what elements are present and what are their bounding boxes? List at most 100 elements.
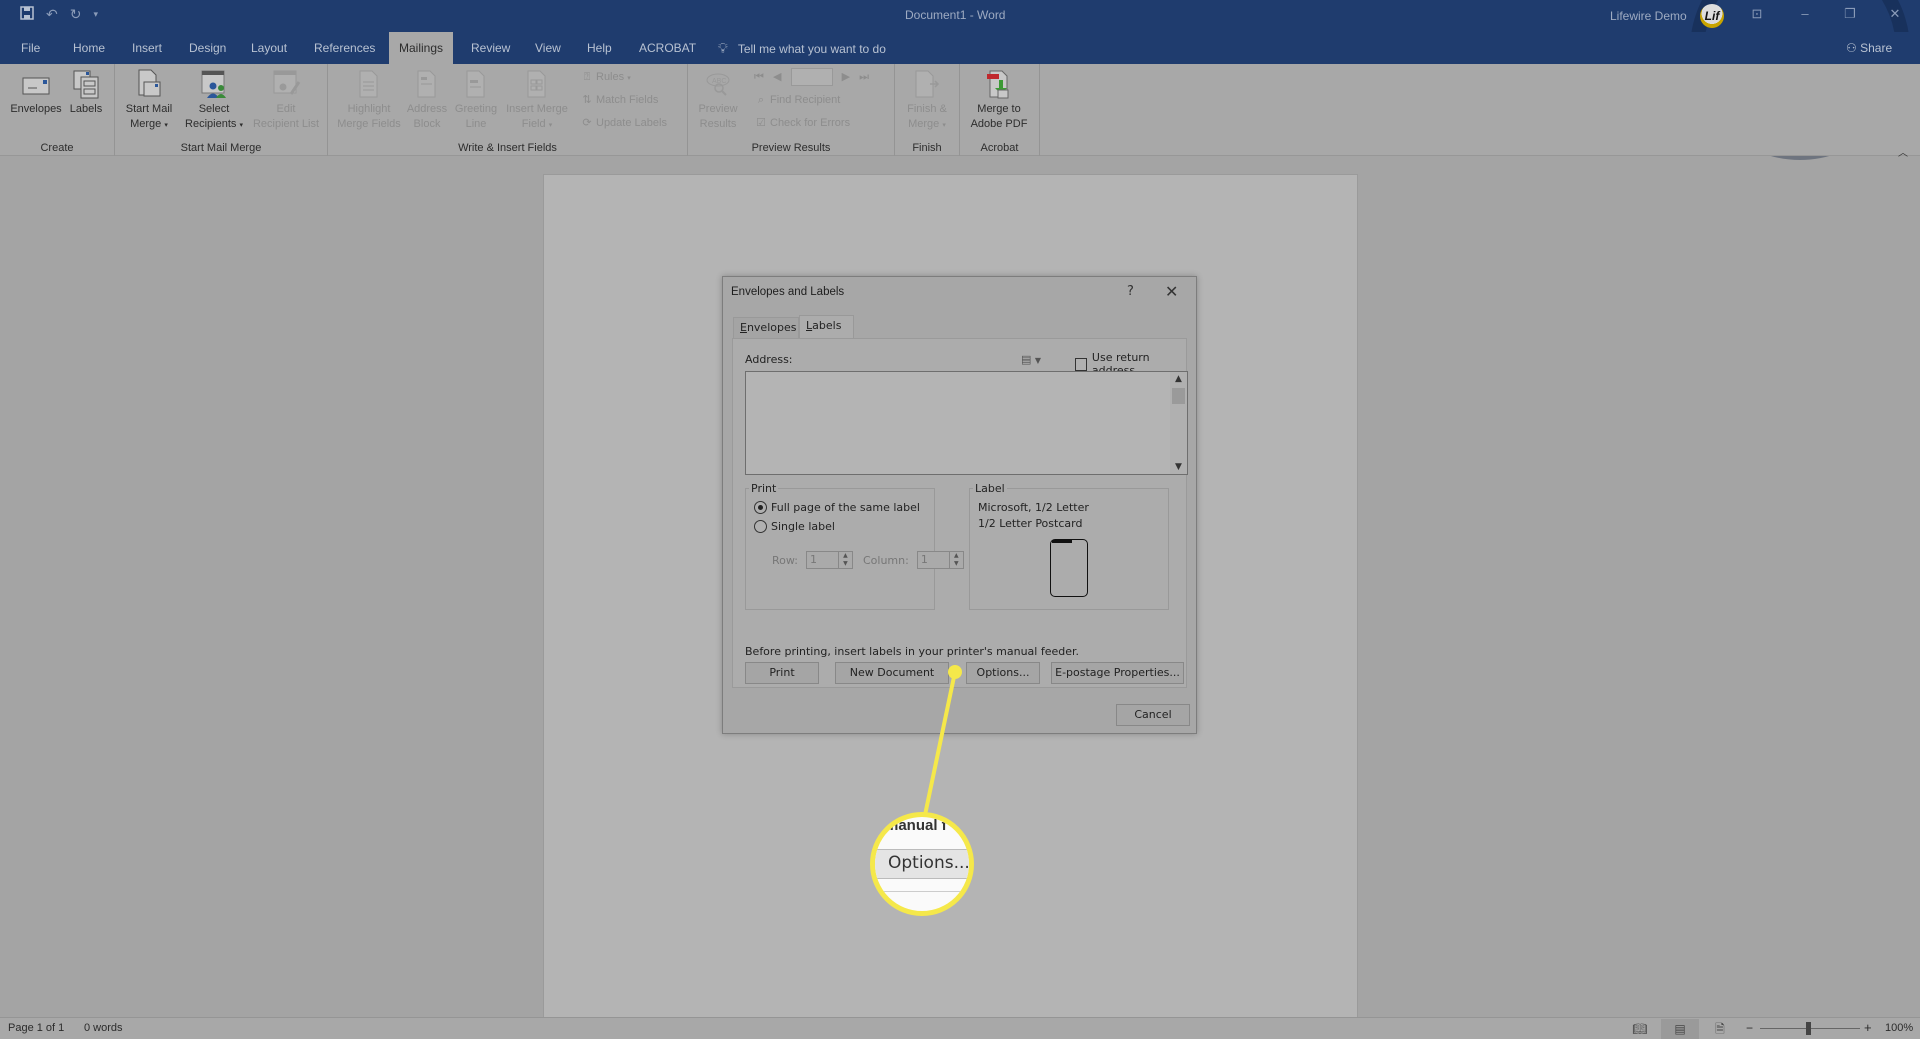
finish-merge-button[interactable]: Finish & Merge ▾: [901, 68, 953, 133]
column-spinner[interactable]: 1 ▲ ▼: [916, 551, 964, 569]
start-mail-merge-label-2: Merge ▾: [130, 118, 168, 130]
label-product: 1/2 Letter Postcard: [978, 517, 1083, 530]
tab-envelopes[interactable]: Envelopes: [733, 317, 799, 338]
tab-layout[interactable]: Layout: [242, 32, 296, 64]
scroll-down-icon[interactable]: ▼: [1170, 462, 1187, 472]
first-record-icon[interactable]: ⏮: [754, 71, 764, 83]
ribbon-display-options-icon[interactable]: ⊡: [1742, 6, 1772, 22]
restore-icon[interactable]: ❐: [1835, 6, 1865, 22]
tab-file[interactable]: File: [12, 32, 49, 64]
label-preview-image[interactable]: [1050, 539, 1088, 597]
epostage-properties-button[interactable]: E-postage Properties...: [1051, 662, 1184, 684]
group-label-start-mail-merge: Start Mail Merge: [180, 142, 262, 154]
rules-button[interactable]: ⍰ Rules ▾: [580, 68, 631, 86]
help-icon[interactable]: ?: [1127, 284, 1134, 299]
select-recipients-button[interactable]: Select Recipients ▾: [179, 68, 249, 133]
envelopes-button[interactable]: Envelopes: [8, 68, 64, 117]
web-layout-icon[interactable]: 🗎︎: [1701, 1019, 1739, 1039]
close-icon[interactable]: ✕: [1165, 282, 1178, 301]
minimize-icon[interactable]: –: [1790, 6, 1820, 21]
edit-recipient-list-button[interactable]: Edit Recipient List: [247, 68, 325, 132]
row-spinner[interactable]: 1 ▲ ▼: [805, 551, 853, 569]
adobe-pdf-merge-icon: [984, 68, 1014, 100]
group-finish: Finish & Merge ▾ Finish: [895, 64, 960, 156]
address-textarea[interactable]: ▲ ▼: [745, 371, 1188, 475]
tab-acrobat[interactable]: ACROBAT: [630, 32, 705, 64]
tab-home[interactable]: Home: [64, 32, 114, 64]
tab-design[interactable]: Design: [180, 32, 235, 64]
label-vendor: Microsoft, 1/2 Letter: [978, 501, 1089, 514]
spinner-arrows-icon[interactable]: ▲ ▼: [837, 552, 852, 568]
column-label: Column:: [862, 553, 909, 567]
tab-help[interactable]: Help: [578, 32, 621, 64]
address-book-button[interactable]: ▤ ▼: [1021, 353, 1041, 366]
record-number-input[interactable]: [790, 68, 833, 87]
greeting-line-button[interactable]: Greeting Line: [452, 68, 500, 132]
options-button[interactable]: Options...: [966, 662, 1040, 684]
address-scrollbar[interactable]: ▲ ▼: [1170, 372, 1187, 474]
tell-me-search[interactable]: 💡︎ Tell me what you want to do: [718, 32, 886, 64]
labels-button[interactable]: Labels: [66, 68, 106, 117]
radio-unselected[interactable]: [754, 520, 767, 533]
radio-selected[interactable]: [754, 501, 767, 514]
share-button[interactable]: ⚇ Share: [1846, 32, 1892, 64]
avatar[interactable]: Lif: [1700, 4, 1724, 28]
tab-mailings[interactable]: Mailings: [389, 32, 454, 64]
status-bar: Page 1 of 1 0 words 📖︎ ▤ 🗎︎ − + 100%: [0, 1017, 1920, 1039]
zoom-slider-thumb[interactable]: [1806, 1022, 1811, 1035]
check-for-errors-button[interactable]: ☑ Check for Errors: [754, 114, 850, 132]
match-fields-button[interactable]: ⇅ Match Fields: [580, 91, 658, 109]
row-label: Row:: [772, 553, 798, 567]
insert-merge-field-button[interactable]: Insert Merge Field ▾: [502, 68, 572, 133]
zoom-in-button[interactable]: +: [1864, 1020, 1872, 1035]
start-mail-merge-button[interactable]: Start Mail Merge ▾: [121, 68, 177, 133]
word-count[interactable]: 0 words: [84, 1022, 123, 1034]
label-group[interactable]: Label Microsoft, 1/2 Letter 1/2 Letter P…: [969, 482, 1169, 610]
spinner-arrows-icon[interactable]: ▲ ▼: [948, 552, 963, 568]
tab-view[interactable]: View: [526, 32, 570, 64]
find-recipient-button[interactable]: ⌕ Find Recipient: [754, 91, 840, 109]
preview-results-button[interactable]: ABC Preview Results: [696, 68, 740, 132]
cancel-button[interactable]: Cancel: [1116, 704, 1190, 726]
undo-icon[interactable]: ↶: [46, 6, 58, 23]
match-fields-icon: ⇅: [582, 94, 592, 106]
tab-insert[interactable]: Insert: [123, 32, 171, 64]
collapse-ribbon-icon[interactable]: ︿: [1898, 144, 1908, 159]
row-column-inputs: Row: 1 ▲ ▼ Column: 1 ▲ ▼: [772, 551, 974, 569]
next-record-icon[interactable]: ▶: [842, 71, 850, 83]
single-label-radio[interactable]: Single label: [754, 520, 835, 533]
dropdown-arrow-icon: ▾: [548, 122, 553, 129]
tab-labels[interactable]: Labels: [799, 315, 854, 338]
address-block-button[interactable]: Address Block: [404, 68, 450, 132]
print-layout-icon[interactable]: ▤: [1661, 1019, 1699, 1039]
update-labels-button[interactable]: ⟳ Update Labels: [580, 114, 667, 132]
scroll-up-icon[interactable]: ▲: [1170, 374, 1187, 384]
merge-pdf-label-2: Adobe PDF: [970, 118, 1028, 130]
last-record-icon[interactable]: ⏭: [859, 71, 869, 83]
person-add-icon: ⚇: [1846, 41, 1861, 55]
previous-record-icon[interactable]: ◀: [773, 71, 781, 83]
page-count[interactable]: Page 1 of 1: [8, 1022, 64, 1034]
save-icon[interactable]: [20, 6, 34, 23]
redo-icon[interactable]: ↻: [70, 6, 82, 23]
zoom-out-button[interactable]: −: [1746, 1021, 1753, 1035]
print-button[interactable]: Print: [745, 662, 819, 684]
scroll-thumb[interactable]: [1172, 388, 1185, 404]
tab-review[interactable]: Review: [462, 32, 519, 64]
highlight-merge-fields-button[interactable]: Highlight Merge Fields: [336, 68, 402, 132]
single-label-label: Single label: [771, 520, 835, 533]
merge-to-adobe-pdf-button[interactable]: Merge to Adobe PDF: [966, 68, 1032, 132]
user-name[interactable]: Lifewire Demo: [1610, 9, 1687, 23]
dropdown-arrow-icon: ▾: [627, 75, 631, 82]
close-window-icon[interactable]: ✕: [1880, 6, 1910, 22]
group-label-finish: Finish: [912, 142, 942, 154]
full-page-radio[interactable]: Full page of the same label: [754, 501, 920, 514]
tab-references[interactable]: References: [305, 32, 384, 64]
new-document-button[interactable]: New Document: [835, 662, 949, 684]
read-mode-icon[interactable]: 📖︎: [1621, 1019, 1659, 1039]
checkbox-box[interactable]: [1075, 357, 1087, 371]
address-block-label-2: Block: [413, 118, 441, 130]
customize-qat-icon[interactable]: ▾: [93, 9, 98, 20]
zoom-level[interactable]: 100%: [1885, 1022, 1913, 1034]
group-start-mail-merge: Start Mail Merge ▾ Select Recipients ▾ E…: [115, 64, 328, 156]
